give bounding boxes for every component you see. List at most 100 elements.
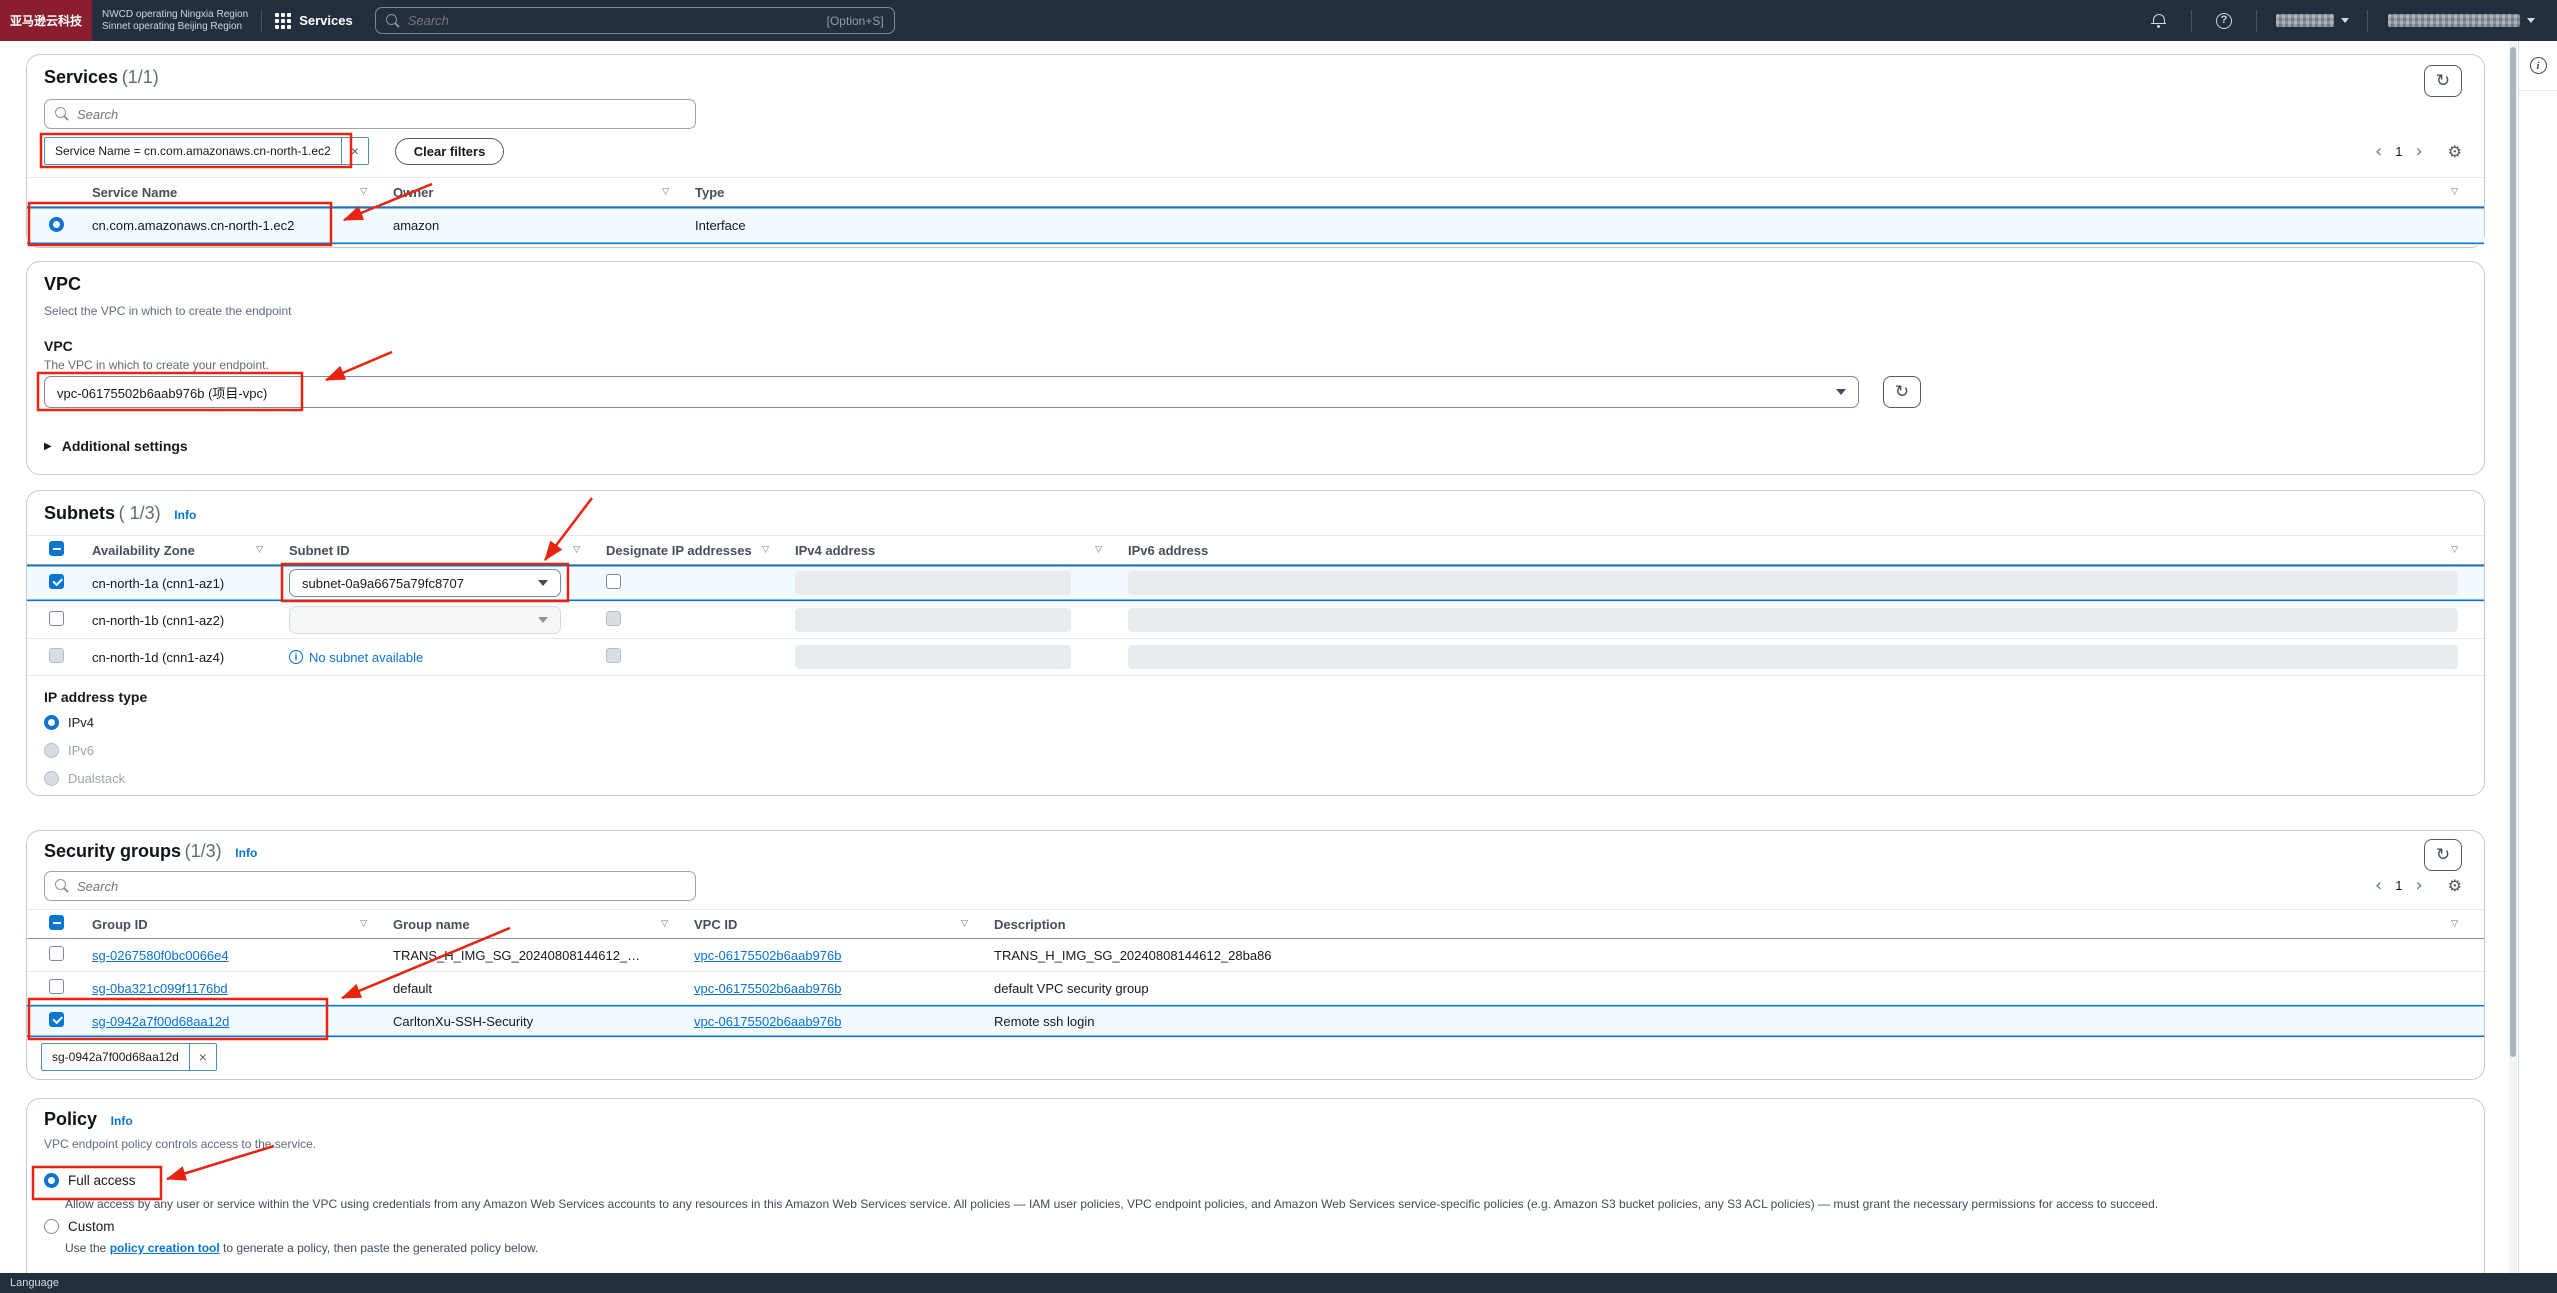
ipv4-address-field-disabled: [795, 608, 1071, 632]
filter-icon[interactable]: ▽: [2451, 187, 2458, 197]
page-number[interactable]: 1: [2391, 144, 2406, 159]
filter-icon[interactable]: ▽: [1095, 545, 1102, 555]
ipv6-address-field-disabled: [1128, 608, 2458, 632]
refresh-button[interactable]: ↻: [2424, 65, 2462, 97]
subnet-checkbox-checked[interactable]: [49, 574, 64, 589]
footer-bar: Language: [0, 1273, 2557, 1293]
sg-id-link[interactable]: sg-0ba321c099f1176bd: [92, 981, 228, 996]
filter-icon[interactable]: ▽: [2451, 919, 2458, 929]
previous-page-icon[interactable]: ‹: [2366, 875, 2391, 896]
nav-divider: [2256, 10, 2257, 32]
services-menu-button[interactable]: Services: [275, 13, 353, 29]
vertical-scrollbar[interactable]: [2509, 41, 2517, 1293]
select-all-checkbox[interactable]: [49, 915, 64, 930]
subnet-select-empty[interactable]: [289, 606, 561, 634]
sg-search-input[interactable]: [77, 879, 685, 894]
filter-icon[interactable]: ▽: [573, 545, 580, 555]
subnet-checkbox[interactable]: [49, 611, 64, 626]
radio-selected[interactable]: [44, 715, 59, 730]
clear-filters-button[interactable]: Clear filters: [395, 138, 505, 165]
sg-row[interactable]: sg-0267580f0bc0066e4 TRANS_H_IMG_SG_2024…: [27, 939, 2484, 972]
notifications-button[interactable]: [2140, 0, 2178, 41]
remove-filter-icon[interactable]: ×: [341, 138, 368, 164]
sg-checkbox[interactable]: [49, 946, 64, 961]
filter-icon[interactable]: ▽: [661, 919, 668, 929]
filter-icon[interactable]: ▽: [256, 545, 263, 555]
filter-icon[interactable]: ▽: [662, 187, 669, 197]
scrollbar-thumb[interactable]: [2510, 47, 2516, 1057]
ipv4-address-field-disabled: [795, 571, 1071, 595]
sg-row-selected[interactable]: sg-0942a7f00d68aa12d CarltonXu-SSH-Secur…: [27, 1005, 2484, 1038]
subnet-select[interactable]: subnet-0a9a6675a79fc8707: [289, 569, 561, 597]
subnets-info-link[interactable]: Info: [174, 508, 196, 522]
service-radio-selected[interactable]: [49, 217, 64, 232]
page-number[interactable]: 1: [2391, 878, 2406, 893]
help-button[interactable]: ?: [2205, 0, 2243, 41]
remove-sg-token-icon[interactable]: ×: [189, 1044, 216, 1070]
policy-panel: Policy Info VPC endpoint policy controls…: [26, 1098, 2485, 1288]
subnet-select-value: subnet-0a9a6675a79fc8707: [302, 576, 464, 591]
services-search-input[interactable]: [77, 107, 685, 122]
filter-token-text: Service Name = cn.com.amazonaws.cn-north…: [45, 138, 341, 164]
designate-ip-checkbox[interactable]: [606, 574, 621, 589]
language-selector[interactable]: Language: [10, 1277, 59, 1289]
sg-id-link[interactable]: sg-0942a7f00d68aa12d: [92, 1014, 229, 1029]
table-settings-icon[interactable]: ⚙: [2448, 142, 2462, 161]
radio-selected[interactable]: [44, 1173, 59, 1188]
subnets-panel-title: Subnets: [44, 503, 115, 523]
search-icon: [386, 14, 400, 28]
filter-icon[interactable]: ▽: [360, 919, 367, 929]
sg-refresh-button[interactable]: ↻: [2424, 839, 2462, 871]
sg-checkbox[interactable]: [49, 979, 64, 994]
next-page-icon[interactable]: ›: [2406, 875, 2431, 896]
subnet-row-1b[interactable]: cn-north-1b (cnn1-az2): [27, 602, 2484, 639]
services-search-box[interactable]: [44, 99, 696, 129]
policy-option-custom[interactable]: Custom: [44, 1219, 115, 1234]
vpc-id-link[interactable]: vpc-06175502b6aab976b: [694, 948, 841, 963]
next-page-icon[interactable]: ›: [2406, 141, 2431, 162]
sg-id-link[interactable]: sg-0267580f0bc0066e4: [92, 948, 229, 963]
previous-page-icon[interactable]: ‹: [2366, 141, 2391, 162]
policy-option-full-access[interactable]: Full access: [44, 1173, 136, 1188]
column-header-group-name: Group name: [393, 917, 470, 932]
filter-icon[interactable]: ▽: [961, 919, 968, 929]
global-search-bar[interactable]: [Option+S]: [375, 7, 895, 34]
additional-settings-expander[interactable]: ▶ Additional settings: [44, 438, 188, 454]
global-search-input[interactable]: [408, 13, 827, 28]
info-panel-button[interactable]: i: [2519, 41, 2557, 91]
vpc-id-link[interactable]: vpc-06175502b6aab976b: [694, 981, 841, 996]
services-panel: Services (1/1) ↻ Service Name = cn.com.a…: [26, 54, 2485, 248]
policy-creation-tool-link[interactable]: policy creation tool: [110, 1241, 220, 1255]
no-subnet-text: No subnet available: [309, 650, 423, 665]
security-groups-table: Group ID▽ Group name▽ VPC ID▽ Descriptio…: [27, 909, 2484, 1038]
no-subnet-available[interactable]: iNo subnet available: [289, 650, 606, 665]
radio-label: IPv4: [68, 715, 94, 730]
filter-icon[interactable]: ▽: [762, 545, 769, 555]
vpc-select[interactable]: vpc-06175502b6aab976b (项目-vpc): [44, 376, 1859, 408]
filter-icon[interactable]: ▽: [360, 187, 367, 197]
services-table: Service Name▽ Owner▽ Type▽ cn.com.amazon…: [27, 177, 2484, 245]
sg-search-box[interactable]: [44, 871, 696, 901]
operator-notice-line1: NWCD operating Ningxia Region: [102, 9, 248, 21]
select-all-checkbox[interactable]: [49, 541, 64, 556]
panel-count: (1/1): [122, 67, 159, 87]
operator-notice-line2: Sinnet operating Beijing Region: [102, 21, 248, 33]
subnets-count: ( 1/3): [119, 503, 161, 523]
sg-row[interactable]: sg-0ba321c099f1176bd default vpc-0617550…: [27, 972, 2484, 1005]
vpc-refresh-button[interactable]: ↻: [1883, 376, 1921, 408]
vpc-id-link[interactable]: vpc-06175502b6aab976b: [694, 1014, 841, 1029]
table-settings-icon[interactable]: ⚙: [2448, 876, 2462, 895]
service-table-row[interactable]: cn.com.amazonaws.cn-north-1.ec2 amazon I…: [27, 207, 2484, 245]
filter-icon[interactable]: ▽: [2451, 545, 2458, 555]
radio-unselected[interactable]: [44, 1219, 59, 1234]
aws-china-logo[interactable]: 亚马逊云科技: [0, 0, 92, 41]
policy-info-link[interactable]: Info: [111, 1114, 133, 1128]
nav-divider: [2191, 10, 2192, 32]
sg-info-link[interactable]: Info: [235, 846, 257, 860]
ip-option-ipv4[interactable]: IPv4: [44, 715, 94, 730]
subnet-row-1a[interactable]: cn-north-1a (cnn1-az1) subnet-0a9a6675a7…: [27, 565, 2484, 602]
region-menu-redacted[interactable]: [2270, 0, 2354, 41]
sg-checkbox-checked[interactable]: [49, 1012, 64, 1027]
sg-desc-cell: TRANS_H_IMG_SG_20240808144612_28ba86: [994, 948, 1272, 963]
account-menu-redacted[interactable]: [2381, 0, 2541, 41]
